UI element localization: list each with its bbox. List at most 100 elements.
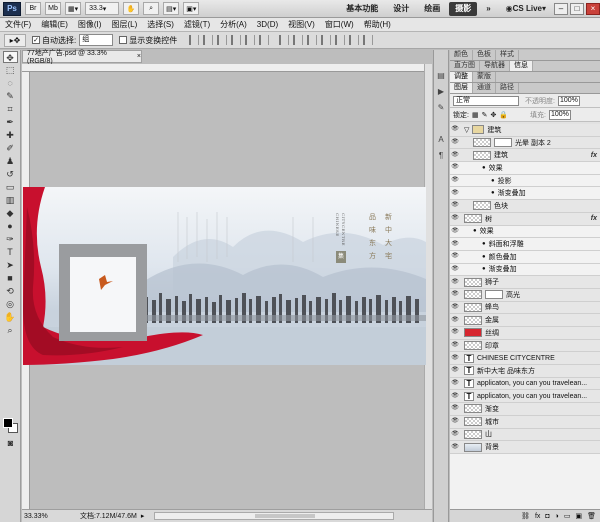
layer-fx-icon[interactable]: fx [591,152,597,159]
layer-row[interactable]: 👁 ● 斜面和浮雕 [450,238,600,251]
layer-row[interactable]: 👁 山 [450,428,600,442]
horizontal-scrollbar[interactable] [154,512,395,520]
fill-input[interactable]: 100% [549,109,571,120]
effect-icon[interactable]: ● [491,178,495,184]
lock-all-icon[interactable]: 🔒 [499,111,508,119]
lock-transparent-icon[interactable]: ▦ [472,111,479,119]
menu-select[interactable]: 选择(S) [142,19,179,30]
status-doc-size[interactable]: 文档:7.12M/47.6M [80,511,137,521]
menu-filter[interactable]: 滤镜(T) [179,19,215,30]
show-transform-checkbox[interactable] [119,36,128,44]
zoom-tool-icon[interactable]: ⌕ [3,324,18,336]
layer-visibility-eye-icon[interactable]: 👁 [450,213,460,224]
menu-image[interactable]: 图像(I) [73,19,107,30]
tab-masks[interactable]: 蒙版 [473,72,496,82]
layer-row[interactable]: 👁 T CHINESE CITYCENTRE [450,352,600,366]
layer-visibility-eye-icon[interactable]: 👁 [450,391,460,402]
minibridge-button[interactable]: Mb [45,2,61,15]
effect-icon[interactable]: ● [482,241,486,247]
status-zoom[interactable]: 33.33% [24,513,52,520]
screen-mode-button[interactable]: ▣▾ [183,2,200,15]
document-tab[interactable]: 77地产广告.psd @ 33.3%(RGB/8) × [22,50,142,65]
link-layers-icon[interactable]: ⛓ [521,512,530,520]
blend-mode-dropdown[interactable]: 正常 [453,95,519,106]
3d-rotate-tool-icon[interactable]: ⟲ [3,285,18,297]
layer-visibility-eye-icon[interactable]: 👁 [450,162,460,173]
layer-visibility-eye-icon[interactable]: 👁 [450,251,460,262]
distribute-right-icon[interactable] [349,35,360,45]
layer-row[interactable]: 👁 ▽ 建筑 [450,124,600,137]
effect-icon[interactable]: ● [482,266,486,272]
menu-view[interactable]: 视图(V) [283,19,320,30]
new-group-icon[interactable]: ▭ [564,512,571,520]
gradient-tool-icon[interactable]: ▥ [3,194,18,206]
delete-layer-icon[interactable]: 🗑 [587,512,596,520]
layer-row[interactable]: 👁 渐变 [450,403,600,416]
layer-visibility-eye-icon[interactable]: 👁 [450,289,460,300]
layer-row[interactable]: 👁 色块 [450,200,600,213]
close-document-icon[interactable]: × [137,53,141,60]
tab-layers[interactable]: 图层 [450,83,473,93]
brush-panel-icon[interactable]: ✎ [435,102,447,114]
layer-fx-icon[interactable]: fx [591,215,597,222]
new-layer-icon[interactable]: ▣ [575,512,582,520]
align-left-icon[interactable] [231,35,242,45]
distribute-bottom-icon[interactable] [307,35,318,45]
tab-color[interactable]: 颜色 [450,50,473,60]
layer-mask-thumbnail[interactable] [494,138,512,148]
document-canvas-image[interactable]: CHINESE CITYCENTRE 集 新 中 大 宅 品 味 东 方 [23,187,426,365]
history-brush-icon[interactable]: ↺ [3,168,18,180]
eraser-tool-icon[interactable]: ▭ [3,181,18,193]
view-extras-button[interactable]: ▦▾ [65,2,82,15]
menu-file[interactable]: 文件(F) [0,19,36,30]
pen-tool-icon[interactable]: ✑ [3,233,18,245]
marquee-tool-icon[interactable]: ⬚ [3,64,18,76]
layer-visibility-eye-icon[interactable]: 👁 [450,365,460,376]
tab-paths[interactable]: 路径 [496,83,519,93]
distribute-vcenter-icon[interactable] [293,35,304,45]
stamp-tool-icon[interactable]: ♟ [3,155,18,167]
lock-paint-icon[interactable]: ✎ [482,111,488,119]
layer-row[interactable]: 👁 ● 效果 [450,225,600,239]
brush-tool-icon[interactable]: ✐ [3,142,18,154]
blur-tool-icon[interactable]: ◆ [3,207,18,219]
layer-visibility-eye-icon[interactable]: 👁 [450,124,460,135]
layer-visibility-eye-icon[interactable]: 👁 [450,226,460,237]
zoom-level-dropdown[interactable]: 33.3 ▾ [85,2,120,15]
cs-live-button[interactable]: ◉ CS Live ▾ [500,2,552,16]
auto-select-checkbox[interactable]: ✓ [32,36,40,44]
dodge-tool-icon[interactable]: ● [3,220,18,232]
layer-row[interactable]: 👁 高光 [450,288,600,302]
type-tool-icon[interactable]: T [3,246,18,258]
quick-mask-icon[interactable]: ◙ [3,437,18,449]
layer-visibility-eye-icon[interactable]: 👁 [450,416,460,427]
tool-preset-picker[interactable]: ▸✥ [4,33,26,47]
tab-styles[interactable]: 样式 [496,50,519,60]
layer-row[interactable]: 👁 Tapplicaton, you can you travelean... [450,377,600,391]
tab-adjustments[interactable]: 调整 [450,72,473,82]
lock-move-icon[interactable]: ✥ [490,111,496,119]
layer-row[interactable]: 👁 ● 效果 [450,162,600,175]
layer-visibility-eye-icon[interactable]: 👁 [450,302,460,313]
healing-tool-icon[interactable]: ✚ [3,129,18,141]
close-button[interactable]: × [586,2,600,15]
layer-visibility-eye-icon[interactable]: 👁 [450,137,460,148]
eyedropper-tool-icon[interactable]: ✒ [3,116,18,128]
align-right-icon[interactable] [259,35,270,45]
effect-icon[interactable]: ● [482,165,486,171]
layer-visibility-eye-icon[interactable]: 👁 [450,378,460,389]
layer-visibility-eye-icon[interactable]: 👁 [450,429,460,440]
adjustment-layer-icon[interactable]: ◑ [555,513,559,520]
shape-tool-icon[interactable]: ■ [3,272,18,284]
menu-analysis[interactable]: 分析(A) [215,19,252,30]
group-expand-icon[interactable]: ▽ [464,126,469,134]
effect-icon[interactable]: ● [473,228,477,234]
layer-visibility-eye-icon[interactable]: 👁 [450,264,460,275]
character-panel-icon[interactable]: A [435,134,447,146]
layer-visibility-eye-icon[interactable]: 👁 [450,403,460,414]
layer-visibility-eye-icon[interactable]: 👁 [450,200,460,211]
layer-visibility-eye-icon[interactable]: 👁 [450,175,460,186]
align-top-icon[interactable] [189,35,200,45]
layers-list[interactable]: 👁 ▽ 建筑 👁 光晕 副本 2 👁 建筑 fx 👁 ● 效果 👁 ● 投影 👁 ● 渐变叠加 👁 色块 👁 树 fx 👁 ●… [450,124,600,509]
layer-visibility-eye-icon[interactable]: 👁 [450,150,460,161]
